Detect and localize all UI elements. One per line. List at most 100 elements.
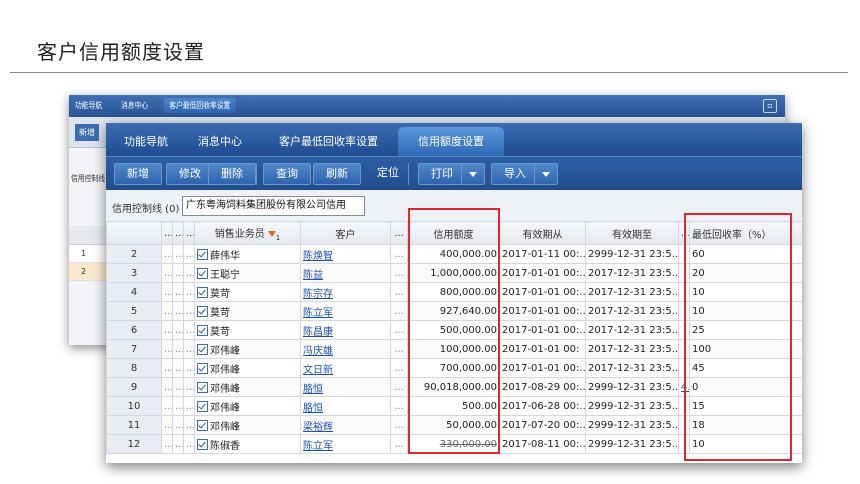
valid-from-cell[interactable]: 2017-01-01 00:... [499, 320, 586, 340]
credit-limit-cell[interactable]: 500,000.00 [407, 320, 500, 340]
tab-credit-limit[interactable]: 信用额度设置 [398, 127, 504, 156]
extra-cell[interactable] [678, 244, 690, 264]
checkbox-icon[interactable] [197, 362, 208, 374]
salesperson-cell[interactable]: 邓伟峰 [194, 377, 301, 397]
valid-from-cell[interactable]: 2017-07-20 00:... [499, 415, 586, 435]
table-row[interactable]: 5.........莫苛陈立军...927,640.002017-01-01 0… [106, 301, 802, 321]
checkbox-icon[interactable] [197, 324, 208, 336]
valid-to-cell[interactable]: 2017-12-31 23:5... [585, 263, 679, 283]
valid-from-cell[interactable]: 2017-06-28 00:... [499, 396, 586, 416]
extra-cell[interactable] [678, 434, 690, 454]
checkbox-icon[interactable] [197, 438, 208, 450]
table-row[interactable]: 10.........邓伟峰胳恒...500.002017-06-28 00:.… [106, 396, 802, 416]
valid-to-cell[interactable]: 2999-12-31 23:5... [585, 415, 679, 435]
extra-cell[interactable] [678, 415, 690, 435]
min-rate-cell[interactable]: 18 [689, 415, 802, 435]
import-dropdown[interactable] [534, 163, 558, 185]
salesperson-cell[interactable]: 邓伟峰 [194, 339, 301, 359]
credit-limit-cell[interactable]: 1,000,000.00 [407, 263, 500, 283]
min-rate-cell[interactable]: 15 [689, 396, 802, 416]
valid-to-cell[interactable]: 2999-12-31 23:5... [585, 434, 679, 454]
extra-cell[interactable] [678, 263, 690, 283]
min-rate-cell[interactable]: 45 [689, 358, 802, 378]
delete-button[interactable]: 删除 [208, 163, 256, 185]
valid-to-cell[interactable]: 2017-12-31 23:5... [585, 301, 679, 321]
checkbox-icon[interactable] [197, 419, 208, 431]
table-row[interactable]: 3.........王聪宁陈益...1,000,000.002017-01-01… [106, 263, 802, 283]
valid-from-header[interactable]: 有效期从 [499, 221, 586, 245]
back-tab-min-rate[interactable]: 客户最低回收率设置 [164, 98, 236, 113]
valid-to-cell[interactable]: 2999-12-31 23:5... [585, 396, 679, 416]
edit-button[interactable]: 修改 [166, 163, 214, 185]
valid-from-cell[interactable]: 2017-01-01 00:... [499, 301, 586, 321]
back-tab-nav[interactable]: 功能导航 [75, 100, 102, 111]
customer-link[interactable]: 梁裕辉 [300, 415, 391, 435]
customer-header[interactable]: 客户 [300, 221, 391, 245]
customer-link[interactable]: 陈益 [300, 263, 391, 283]
credit-limit-cell[interactable]: 400,000.00 [407, 244, 500, 264]
table-row[interactable]: 4.........莫苛陈宗存...800,000.002017-01-01 0… [106, 282, 802, 302]
valid-to-header[interactable]: 有效期至 [585, 221, 679, 245]
extra-cell[interactable] [678, 339, 690, 359]
min-rate-cell[interactable]: 10 [689, 434, 802, 454]
checkbox-icon[interactable] [197, 400, 208, 412]
salesperson-cell[interactable]: 莫苛 [194, 282, 301, 302]
back-row-selected[interactable]: 2 [69, 263, 109, 281]
extra-cell[interactable] [678, 358, 690, 378]
extra-cell[interactable] [678, 301, 690, 321]
print-dropdown[interactable] [461, 163, 485, 185]
min-recovery-rate-header[interactable]: 最低回收率（%） [689, 221, 802, 245]
valid-from-cell[interactable]: 2017-01-01 00:... [499, 358, 586, 378]
min-rate-cell[interactable]: 60 [689, 244, 802, 264]
min-rate-cell[interactable]: 0 [689, 377, 802, 397]
table-row[interactable]: 8.........邓伟峰文日新...700,000.002017-01-01 … [106, 358, 802, 378]
checkbox-icon[interactable] [197, 305, 208, 317]
print-button[interactable]: 打印 [418, 163, 466, 185]
min-rate-cell[interactable]: 20 [689, 263, 802, 283]
valid-from-cell[interactable]: 2017-08-29 00:... [499, 377, 586, 397]
import-button[interactable]: 导入 [491, 163, 539, 185]
table-row[interactable]: 12.........陈俶香陈立军...330,000.002017-08-11… [106, 434, 802, 454]
credit-limit-cell[interactable]: 50,000.00 [407, 415, 500, 435]
valid-to-cell[interactable]: 2999-12-31 23:5... [585, 377, 679, 397]
credit-limit-cell[interactable]: 800,000.00 [407, 282, 500, 302]
credit-limit-cell[interactable]: 330,000.00 [407, 434, 500, 454]
customer-link[interactable]: 陈宗存 [300, 282, 391, 302]
credit-limit-header[interactable]: 信用额度 [407, 221, 500, 245]
table-row[interactable]: 9.........邓伟峰胳恒...90,018,000.002017-08-2… [106, 377, 802, 397]
min-rate-cell[interactable]: 10 [689, 301, 802, 321]
salesperson-cell[interactable]: 陈俶香 [194, 434, 301, 454]
customer-link[interactable]: 陈立军 [300, 434, 391, 454]
table-row[interactable]: 11.........邓伟峰梁裕辉...50,000.002017-07-20 … [106, 415, 802, 435]
credit-control-line-input[interactable]: 广东粤海饲料集团股份有限公司信用 [182, 196, 365, 216]
customer-link[interactable]: 胳恒 [300, 377, 391, 397]
min-rate-cell[interactable]: 100 [689, 339, 802, 359]
extra-cell[interactable]: 4. [678, 377, 690, 397]
salesperson-header[interactable]: 销售业务员 1 [194, 221, 301, 245]
checkbox-icon[interactable] [197, 286, 208, 298]
customer-link[interactable]: 冯庆雄 [300, 339, 391, 359]
credit-limit-cell[interactable]: 927,640.00 [407, 301, 500, 321]
checkbox-icon[interactable] [197, 343, 208, 355]
maximize-icon[interactable]: ▫ [763, 99, 777, 113]
extra-cell[interactable] [678, 320, 690, 340]
sort-desc-icon[interactable] [267, 230, 276, 237]
salesperson-cell[interactable]: 莫苛 [194, 301, 301, 321]
tab-message-center[interactable]: 消息中心 [198, 133, 242, 149]
valid-to-cell[interactable]: 2017-12-31 23:5... [585, 358, 679, 378]
salesperson-cell[interactable]: 邓伟峰 [194, 396, 301, 416]
valid-from-cell[interactable]: 2017-08-11 00:... [499, 434, 586, 454]
salesperson-cell[interactable]: 邓伟峰 [194, 415, 301, 435]
new-button[interactable]: 新增 [114, 163, 162, 185]
valid-from-cell[interactable]: 2017-01-11 00:... [499, 244, 586, 264]
customer-link[interactable]: 陈焕智 [300, 244, 391, 264]
query-button[interactable]: 查询 [263, 163, 311, 185]
table-row[interactable]: 2.........薛伟华陈焕智...400,000.002017-01-11 … [106, 244, 802, 264]
back-tab-messages[interactable]: 消息中心 [121, 100, 148, 111]
salesperson-cell[interactable]: 王聪宁 [194, 263, 301, 283]
extra-cell[interactable] [678, 396, 690, 416]
customer-link[interactable]: 陈昌康 [300, 320, 391, 340]
min-rate-cell[interactable]: 10 [689, 282, 802, 302]
credit-limit-cell[interactable]: 500.00 [407, 396, 500, 416]
valid-from-cell[interactable]: 2017-01-01 00:... [499, 263, 586, 283]
